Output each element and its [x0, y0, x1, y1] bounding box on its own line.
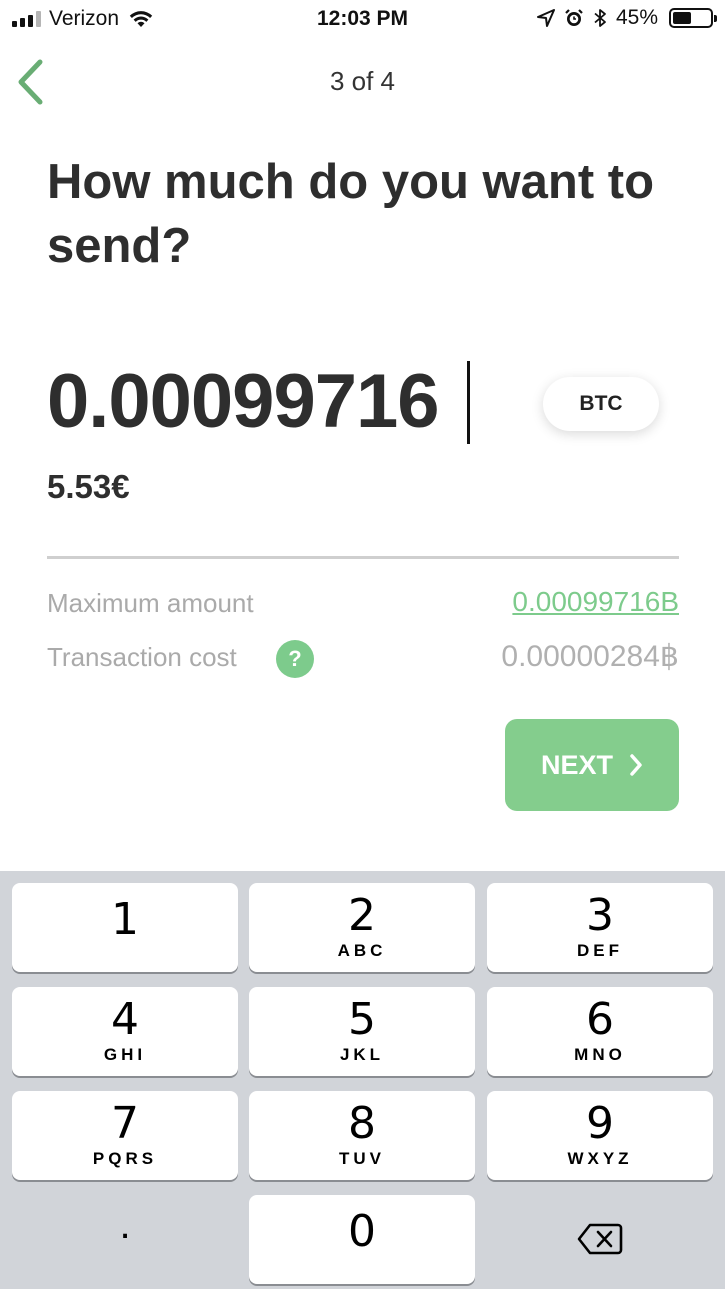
transaction-cost-value: 0.00000284฿	[501, 640, 679, 673]
key-digit: 5	[348, 994, 376, 1045]
key-7[interactable]: 7 PQRS	[12, 1091, 238, 1180]
delete-key[interactable]	[487, 1195, 713, 1284]
max-amount-link[interactable]: 0.00099716B	[512, 586, 679, 618]
help-icon[interactable]: ?	[276, 640, 314, 678]
key-digit: 0	[348, 1206, 376, 1257]
key-decimal[interactable]: .	[12, 1195, 238, 1284]
key-digit: .	[119, 1203, 131, 1247]
key-6[interactable]: 6 MNO	[487, 987, 713, 1076]
key-digit: 8	[348, 1098, 376, 1149]
next-button-label: NEXT	[540, 749, 613, 780]
key-letters: WXYZ	[567, 1149, 633, 1168]
key-digit: 6	[586, 994, 614, 1045]
key-letters: DEF	[577, 941, 623, 960]
key-letters: MNO	[574, 1045, 626, 1064]
max-amount-label: Maximum amount	[47, 588, 254, 618]
key-3[interactable]: 3 DEF	[487, 883, 713, 972]
status-bar: Verizon 12:03 PM 45%	[0, 0, 725, 40]
key-letters: GHI	[103, 1045, 147, 1064]
location-icon	[536, 9, 555, 27]
key-letters: ABC	[337, 941, 387, 960]
numeric-keypad: 1 2 ABC 3 DEF 4 GHI 5 JKL 6 MNO 7 PQRS 8…	[0, 871, 725, 1289]
key-1[interactable]: 1	[12, 883, 238, 972]
key-2[interactable]: 2 ABC	[249, 883, 475, 972]
key-5[interactable]: 5 JKL	[249, 987, 475, 1076]
key-letters: JKL	[339, 1045, 385, 1064]
key-9[interactable]: 9 WXYZ	[487, 1091, 713, 1180]
battery-icon	[669, 8, 717, 28]
key-digit: 4	[111, 994, 139, 1045]
key-digit: 3	[586, 890, 614, 941]
fiat-equivalent: 5.53€	[47, 468, 130, 505]
divider	[47, 556, 679, 559]
next-button[interactable]: NEXT	[505, 719, 679, 811]
battery-percent: 45%	[615, 6, 658, 29]
alarm-icon	[565, 9, 583, 26]
key-0[interactable]: 0	[249, 1195, 475, 1284]
key-digit: 7	[111, 1098, 139, 1149]
amount-input[interactable]: 0.00099716	[47, 358, 440, 445]
page-title: How much do you want to send?	[47, 155, 655, 273]
key-8[interactable]: 8 TUV	[249, 1091, 475, 1180]
key-digit: 1	[111, 894, 139, 945]
key-digit: 2	[348, 890, 376, 941]
chevron-right-icon	[630, 754, 642, 776]
step-indicator: 3 of 4	[329, 66, 396, 96]
key-letters: TUV	[339, 1149, 385, 1168]
key-digit: 9	[586, 1098, 614, 1149]
text-cursor	[467, 361, 470, 444]
transaction-cost-label: Transaction cost	[47, 642, 237, 672]
key-4[interactable]: 4 GHI	[12, 987, 238, 1076]
currency-toggle-button[interactable]: BTC	[543, 377, 659, 431]
bluetooth-icon	[594, 9, 606, 27]
status-right: 45%	[536, 6, 717, 30]
key-letters: PQRS	[92, 1149, 158, 1168]
backspace-icon	[577, 1223, 623, 1255]
